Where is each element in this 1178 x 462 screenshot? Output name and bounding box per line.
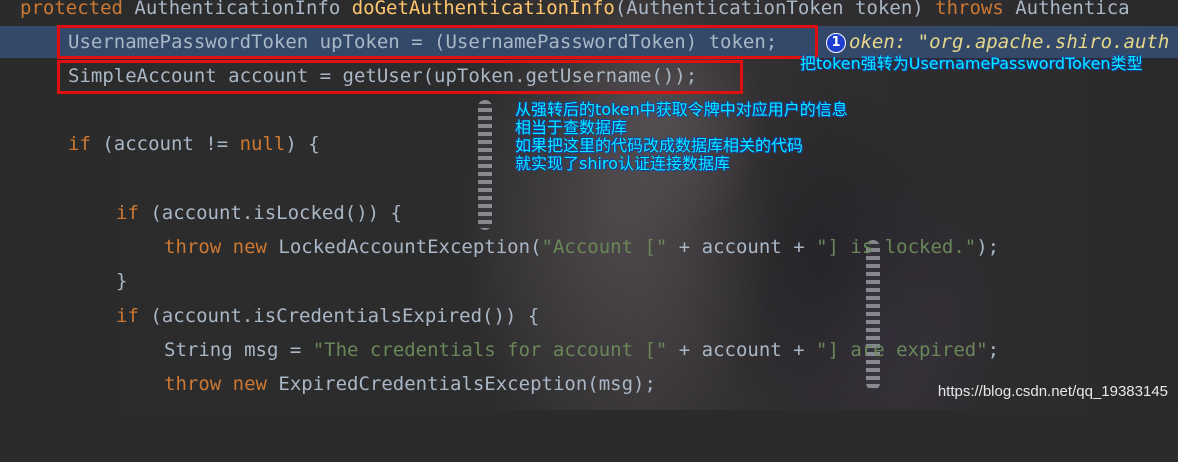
keyword: throw — [164, 373, 222, 395]
code-line-close-brace: } — [116, 264, 127, 298]
code-line-string-msg: String msg = "The credentials for accoun… — [164, 333, 999, 367]
keyword: if — [116, 202, 139, 224]
annotation-explain-2: 相当于查数据库 — [515, 118, 628, 137]
keyword: if — [68, 133, 91, 155]
code-text: ) { — [285, 133, 320, 155]
keyword: new — [221, 373, 267, 395]
code-line-if-account: if (account != null) { — [68, 127, 320, 161]
code-text: } — [116, 270, 128, 292]
code-line-if-expired: if (account.isCredentialsExpired()) { — [116, 299, 539, 333]
code-line-if-locked: if (account.isLocked()) { — [116, 196, 402, 230]
keyword: throws — [935, 0, 1004, 19]
code-line-throw-locked: throw new LockedAccountException("Accoun… — [164, 230, 999, 264]
string-literal: "The credentials for account [" — [312, 339, 668, 361]
red-highlight-box-cast — [57, 25, 818, 59]
code-text: (account.isCredentialsExpired()) { — [138, 305, 540, 327]
code-text: Authentica — [1003, 0, 1130, 19]
code-text: (account.isLocked()) { — [138, 202, 402, 224]
code-text: AuthenticationInfo — [122, 0, 352, 19]
keyword: if — [116, 305, 139, 327]
keyword: protected — [20, 0, 123, 19]
string-literal: "] are expired" — [816, 339, 988, 361]
red-highlight-box-get-user — [57, 60, 743, 94]
code-text: LockedAccountException( — [266, 236, 542, 258]
annotation-explain-3: 如果把这里的代码改成数据库相关的代码 — [515, 136, 804, 155]
code-text: (AuthenticationToken token) — [614, 0, 936, 19]
string-literal: "Account [" — [541, 236, 668, 258]
code-line-throw-expired: throw new ExpiredCredentialsException(ms… — [164, 367, 656, 401]
annotation-explain-1: 从强转后的token中获取令牌中对应用户的信息 — [515, 100, 848, 119]
code-line-method-signature: protected AuthenticationInfo doGetAuthen… — [20, 0, 1130, 25]
watermark-url: https://blog.csdn.net/qq_19383145 — [937, 383, 1168, 400]
code-text: + account + — [667, 339, 817, 361]
keyword: null — [239, 133, 286, 155]
string-literal: "] is locked." — [816, 236, 977, 258]
code-text: ); — [976, 236, 1000, 258]
code-text: ExpiredCredentialsException(msg); — [266, 373, 656, 395]
code-text: ; — [987, 339, 1000, 361]
hint-text: oken: "org.apache.shiro.auth — [849, 31, 1170, 53]
code-text: (account != — [90, 133, 240, 155]
annotation-explain-4: 就实现了shiro认证连接数据库 — [515, 154, 730, 173]
method-name: doGetAuthenticationInfo — [351, 0, 615, 19]
annotation-cast-note: 把token强转为UsernamePasswordToken类型 — [800, 54, 1143, 73]
keyword: throw — [164, 236, 222, 258]
keyword: new — [221, 236, 267, 258]
step-number-badge: 1 — [826, 33, 846, 53]
code-text: + account + — [667, 236, 817, 258]
code-text: String msg = — [164, 339, 313, 361]
